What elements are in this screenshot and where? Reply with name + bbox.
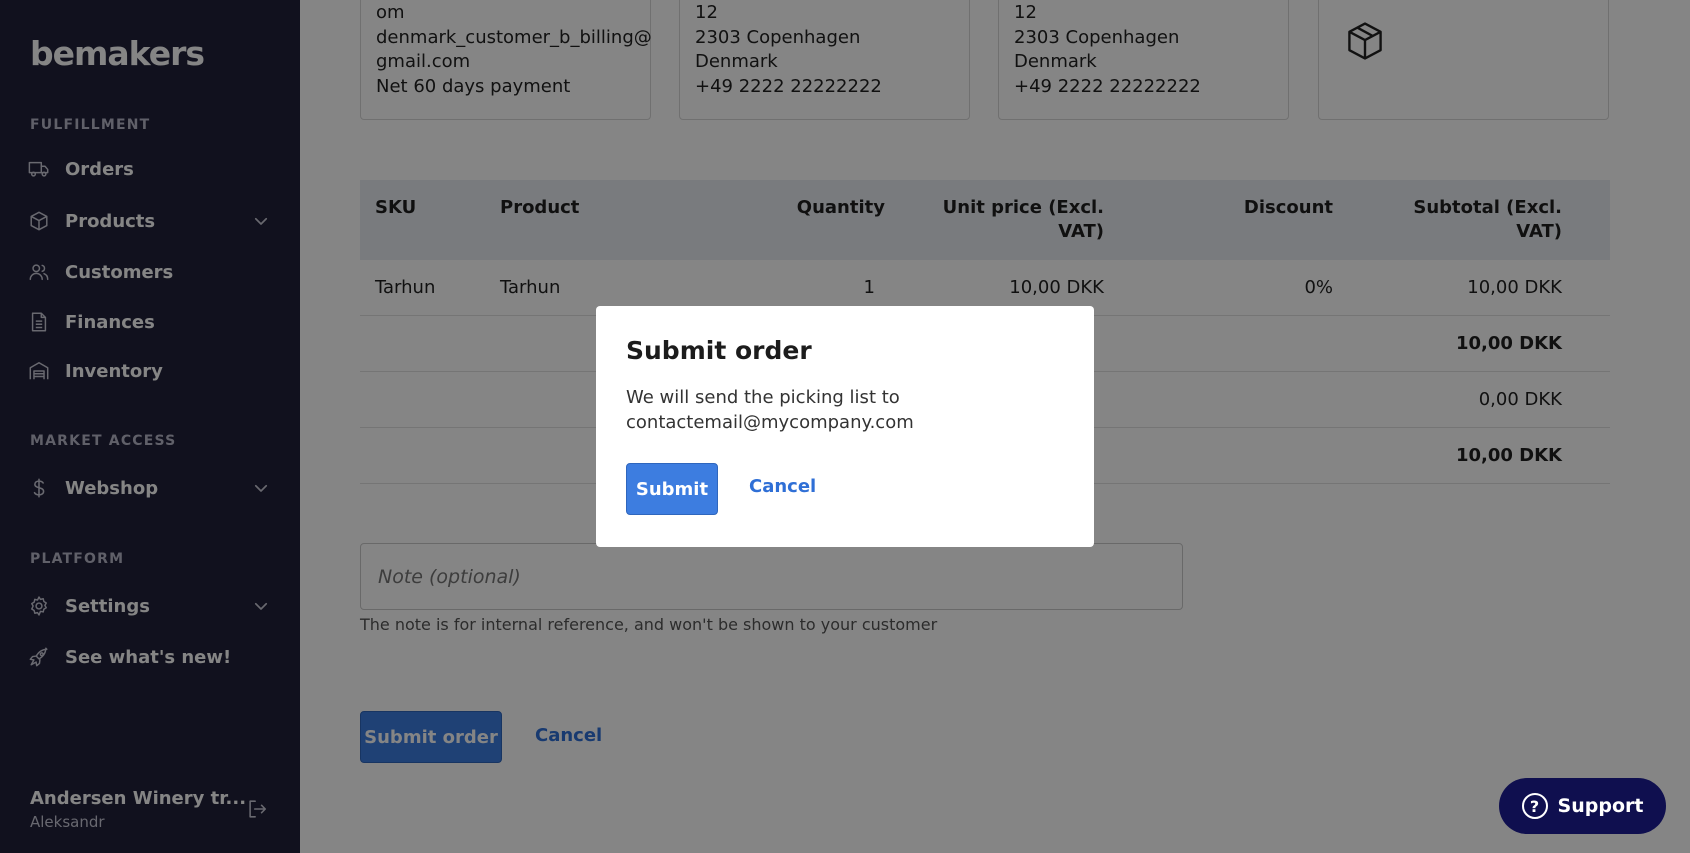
dialog-message: We will send the picking list to contact… <box>626 385 1064 435</box>
dialog-cancel-button[interactable]: Cancel <box>749 476 816 497</box>
dialog-title: Submit order <box>626 336 812 365</box>
dialog-message-line: We will send the picking list to <box>626 387 900 408</box>
dialog-submit-button[interactable]: Submit <box>626 463 718 515</box>
dialog-email: contactemail@mycompany.com <box>626 412 914 433</box>
submit-order-dialog: Submit order We will send the picking li… <box>596 306 1094 547</box>
support-button[interactable]: ? Support <box>1499 778 1666 834</box>
support-label: Support <box>1557 795 1644 817</box>
help-icon: ? <box>1521 793 1548 819</box>
